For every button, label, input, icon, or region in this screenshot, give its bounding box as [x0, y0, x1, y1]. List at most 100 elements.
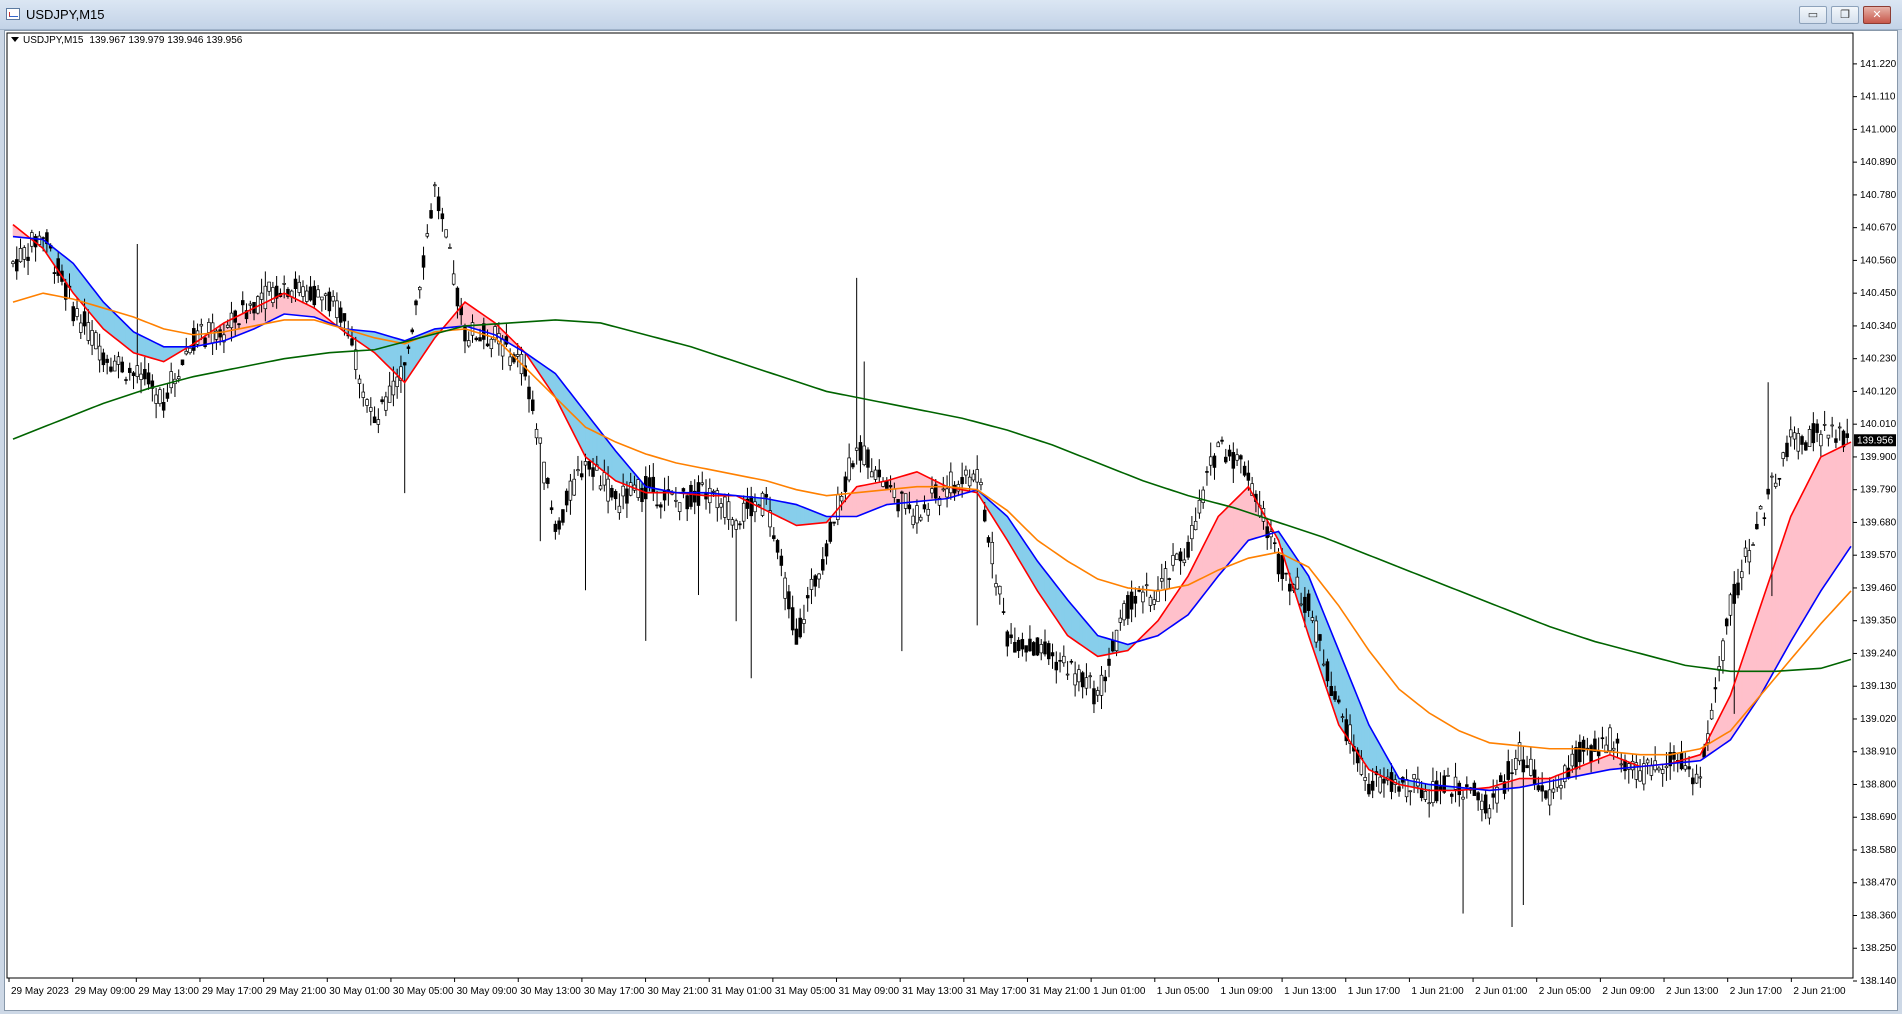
candle-body — [1691, 777, 1695, 785]
candle-body — [414, 300, 418, 306]
candle-body — [11, 261, 15, 264]
candle-body — [1611, 747, 1616, 751]
candle-body — [1077, 669, 1081, 683]
candle-body — [1483, 794, 1488, 814]
candle-body — [794, 628, 799, 645]
y-tick-label: 138.910 — [1860, 747, 1897, 758]
candle-body — [1001, 611, 1006, 613]
ma-cloud-segment — [295, 298, 300, 316]
candle-body — [131, 372, 136, 377]
candle-body — [1208, 456, 1213, 466]
candle-body — [1777, 477, 1782, 480]
candle-body — [433, 184, 437, 187]
y-tick-label: 140.120 — [1860, 386, 1897, 397]
candle-body — [1303, 596, 1307, 613]
collapse-triangle-icon[interactable] — [11, 37, 19, 42]
y-tick-label: 141.220 — [1860, 59, 1897, 70]
candle-body — [165, 392, 170, 399]
candle-body — [1325, 661, 1330, 682]
y-tick-label: 138.250 — [1860, 943, 1897, 954]
ma-cloud-segment — [1790, 508, 1795, 643]
y-tick-label: 138.140 — [1860, 976, 1897, 987]
candle-body — [1054, 661, 1059, 671]
candle-body — [448, 247, 452, 249]
candle-body — [372, 416, 377, 424]
ma-cloud-segment — [856, 485, 861, 517]
x-tick-label: 31 May 13:00 — [902, 986, 963, 997]
price-chart[interactable]: 141.220 141.110 141.000 140.890 140.780 140.6… — [5, 31, 1897, 1010]
ma-cloud-segment — [1330, 631, 1336, 714]
ma-cloud-segment — [588, 416, 594, 464]
y-tick-label: 139.350 — [1860, 616, 1897, 627]
candle-body — [1370, 780, 1375, 791]
candle-body — [1122, 603, 1126, 621]
candle-body — [357, 378, 362, 384]
candle-body — [1785, 442, 1789, 458]
candle-body — [681, 488, 686, 492]
candle-body — [365, 399, 369, 406]
ma-cloud-segment — [1101, 636, 1106, 657]
ma-cloud-segment — [1217, 512, 1223, 577]
candle-body — [949, 471, 953, 494]
ma-cloud-segment — [381, 333, 387, 365]
ma-cloud-segment — [1816, 456, 1822, 599]
candle-body — [1732, 583, 1736, 604]
candle-body — [237, 323, 241, 326]
candle-body — [71, 306, 76, 322]
candle-body — [180, 359, 185, 366]
candle-body — [143, 369, 147, 380]
ma-cloud-segment — [600, 430, 605, 473]
close-button[interactable]: ✕ — [1863, 6, 1891, 24]
x-tick-label: 1 Jun 21:00 — [1411, 986, 1464, 997]
ma-cloud-segment — [1074, 607, 1080, 644]
candle-body — [455, 287, 460, 307]
ma-cloud-segment — [133, 331, 138, 355]
candle-body — [1506, 761, 1511, 780]
candle-body — [1092, 688, 1096, 705]
candle-body — [515, 354, 520, 357]
candle-body — [1159, 578, 1164, 582]
candle-body — [1363, 777, 1367, 781]
candle-body — [508, 356, 512, 366]
candle-body — [1566, 767, 1571, 779]
candle-body — [207, 322, 211, 333]
candle-body — [1043, 641, 1047, 655]
candle-body — [817, 573, 821, 580]
candle-body — [911, 515, 915, 525]
candle-body — [858, 442, 863, 461]
restore-button[interactable]: ❐ — [1831, 6, 1859, 24]
y-tick-label: 140.340 — [1860, 321, 1897, 332]
candle-body — [990, 542, 995, 565]
candle-body — [1578, 741, 1582, 763]
candle-body — [941, 488, 946, 491]
y-tick-label: 140.670 — [1860, 223, 1897, 234]
candle-body — [263, 285, 268, 310]
candle-body — [1480, 800, 1484, 810]
minimize-button[interactable]: ▭ — [1799, 6, 1827, 24]
candle-body — [327, 291, 332, 312]
candle-body — [689, 484, 693, 507]
window-titlebar[interactable]: USDJPY,M15 ▭ ❐ ✕ — [0, 0, 1902, 30]
candle-body — [1755, 523, 1759, 530]
candle-body — [971, 473, 976, 481]
ma-cloud-segment — [1782, 527, 1788, 657]
ma-cloud-segment — [1786, 516, 1792, 650]
candle-body — [1551, 788, 1556, 793]
x-tick-label: 29 May 13:00 — [138, 986, 199, 997]
ma-cloud-segment — [287, 294, 293, 316]
candle-body — [1193, 520, 1198, 531]
ma-cloud-segment — [1071, 603, 1076, 642]
candle-body — [1687, 766, 1691, 770]
candle-body — [429, 210, 433, 219]
candle-body — [436, 196, 441, 212]
ma-cloud-segment — [807, 508, 812, 525]
candle-body — [598, 485, 603, 490]
candle-body — [531, 399, 535, 411]
chart-area[interactable]: 141.220 141.110 141.000 140.890 140.780 140.6… — [4, 30, 1898, 1011]
candle-body — [1736, 582, 1740, 596]
candle-body — [1171, 555, 1175, 566]
candle-body — [783, 577, 787, 599]
candle-body — [1570, 753, 1575, 767]
candle-body — [1163, 568, 1168, 591]
candle-body — [120, 361, 124, 373]
